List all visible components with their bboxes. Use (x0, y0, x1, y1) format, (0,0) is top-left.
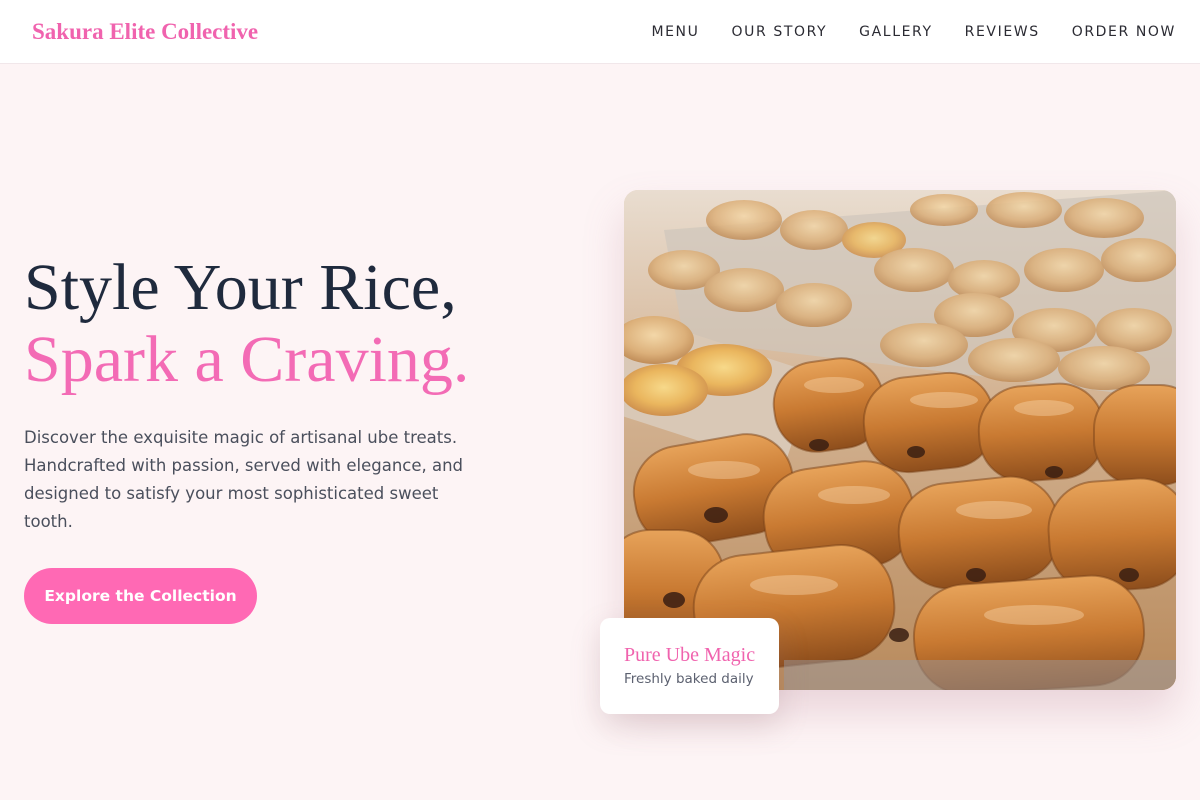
caption-card: Pure Ube Magic Freshly baked daily (600, 618, 779, 714)
nav-link-gallery[interactable]: GALLERY (859, 24, 932, 40)
hero-heading-line1: Style Your Rice, (24, 251, 457, 324)
nav-link-order-now[interactable]: ORDER NOW (1072, 24, 1176, 40)
pastry-illustration (624, 190, 1176, 690)
hero-heading: Style Your Rice, Spark a Craving. (24, 252, 469, 396)
caption-title: Pure Ube Magic (624, 644, 756, 666)
pastry-photo (624, 190, 1176, 690)
main-nav: MENU OUR STORY GALLERY REVIEWS ORDER NOW (619, 24, 1176, 40)
top-navbar: Sakura Elite Collective MENU OUR STORY G… (0, 0, 1200, 64)
brand-logo[interactable]: Sakura Elite Collective (32, 19, 258, 45)
hero-description: Discover the exquisite magic of artisana… (24, 428, 464, 531)
caption-subtitle: Freshly baked daily (624, 671, 754, 687)
explore-collection-button[interactable]: Explore the Collection (24, 568, 257, 624)
nav-link-menu[interactable]: MENU (651, 24, 699, 40)
nav-link-our-story[interactable]: OUR STORY (731, 24, 827, 40)
nav-link-reviews[interactable]: REVIEWS (965, 24, 1040, 40)
hero-heading-line2: Spark a Craving. (24, 323, 470, 396)
